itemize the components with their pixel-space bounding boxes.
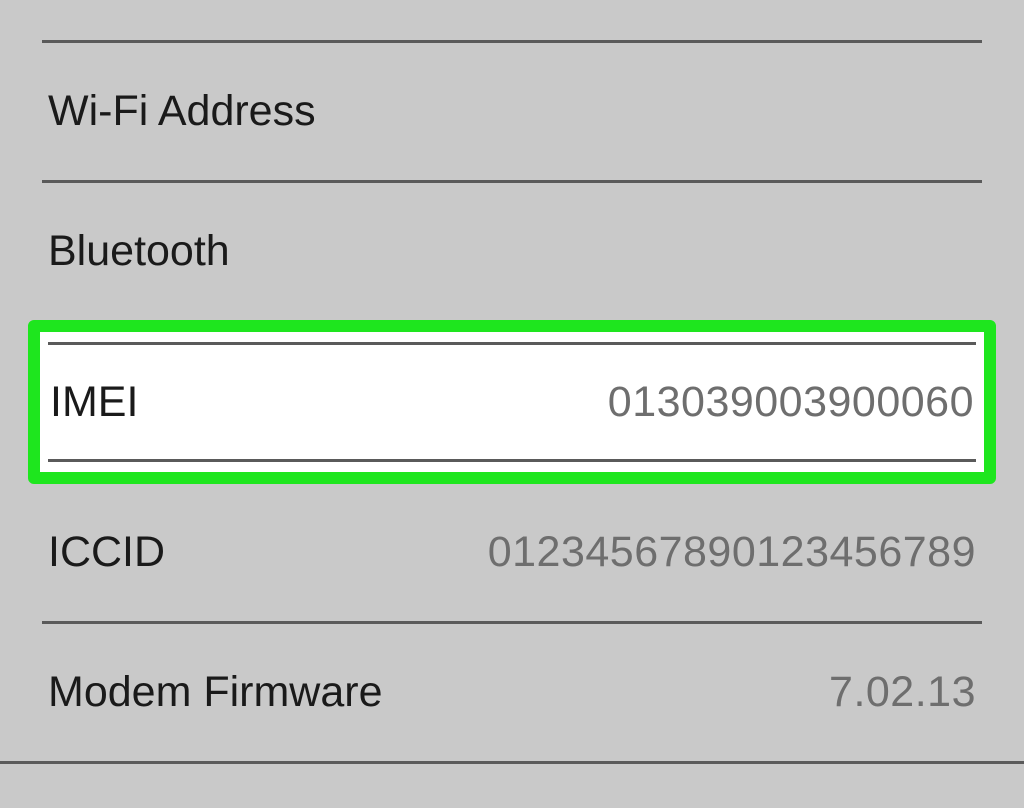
divider [48,342,976,345]
imei-value: 013039003900060 [608,378,974,427]
divider [0,761,1024,764]
bluetooth-label: Bluetooth [48,227,230,276]
row-bluetooth[interactable]: Bluetooth [0,183,1024,320]
iccid-value: 01234567890123456789 [488,528,976,577]
imei-label: IMEI [50,378,138,427]
row-iccid[interactable]: ICCID 01234567890123456789 [0,484,1024,621]
highlight-box: IMEI 013039003900060 [28,320,996,484]
iccid-label: ICCID [48,528,165,577]
divider [48,459,976,462]
imei-highlight: IMEI 013039003900060 [28,320,996,484]
row-imei[interactable]: IMEI 013039003900060 [40,332,984,472]
row-modem-firmware[interactable]: Modem Firmware 7.02.13 [0,624,1024,761]
modem-firmware-label: Modem Firmware [48,668,383,717]
settings-list: Wi-Fi Address Bluetooth IMEI 01303900390… [0,40,1024,764]
wifi-address-label: Wi-Fi Address [48,87,316,136]
row-wifi-address[interactable]: Wi-Fi Address [0,43,1024,180]
modem-firmware-value: 7.02.13 [829,668,976,717]
